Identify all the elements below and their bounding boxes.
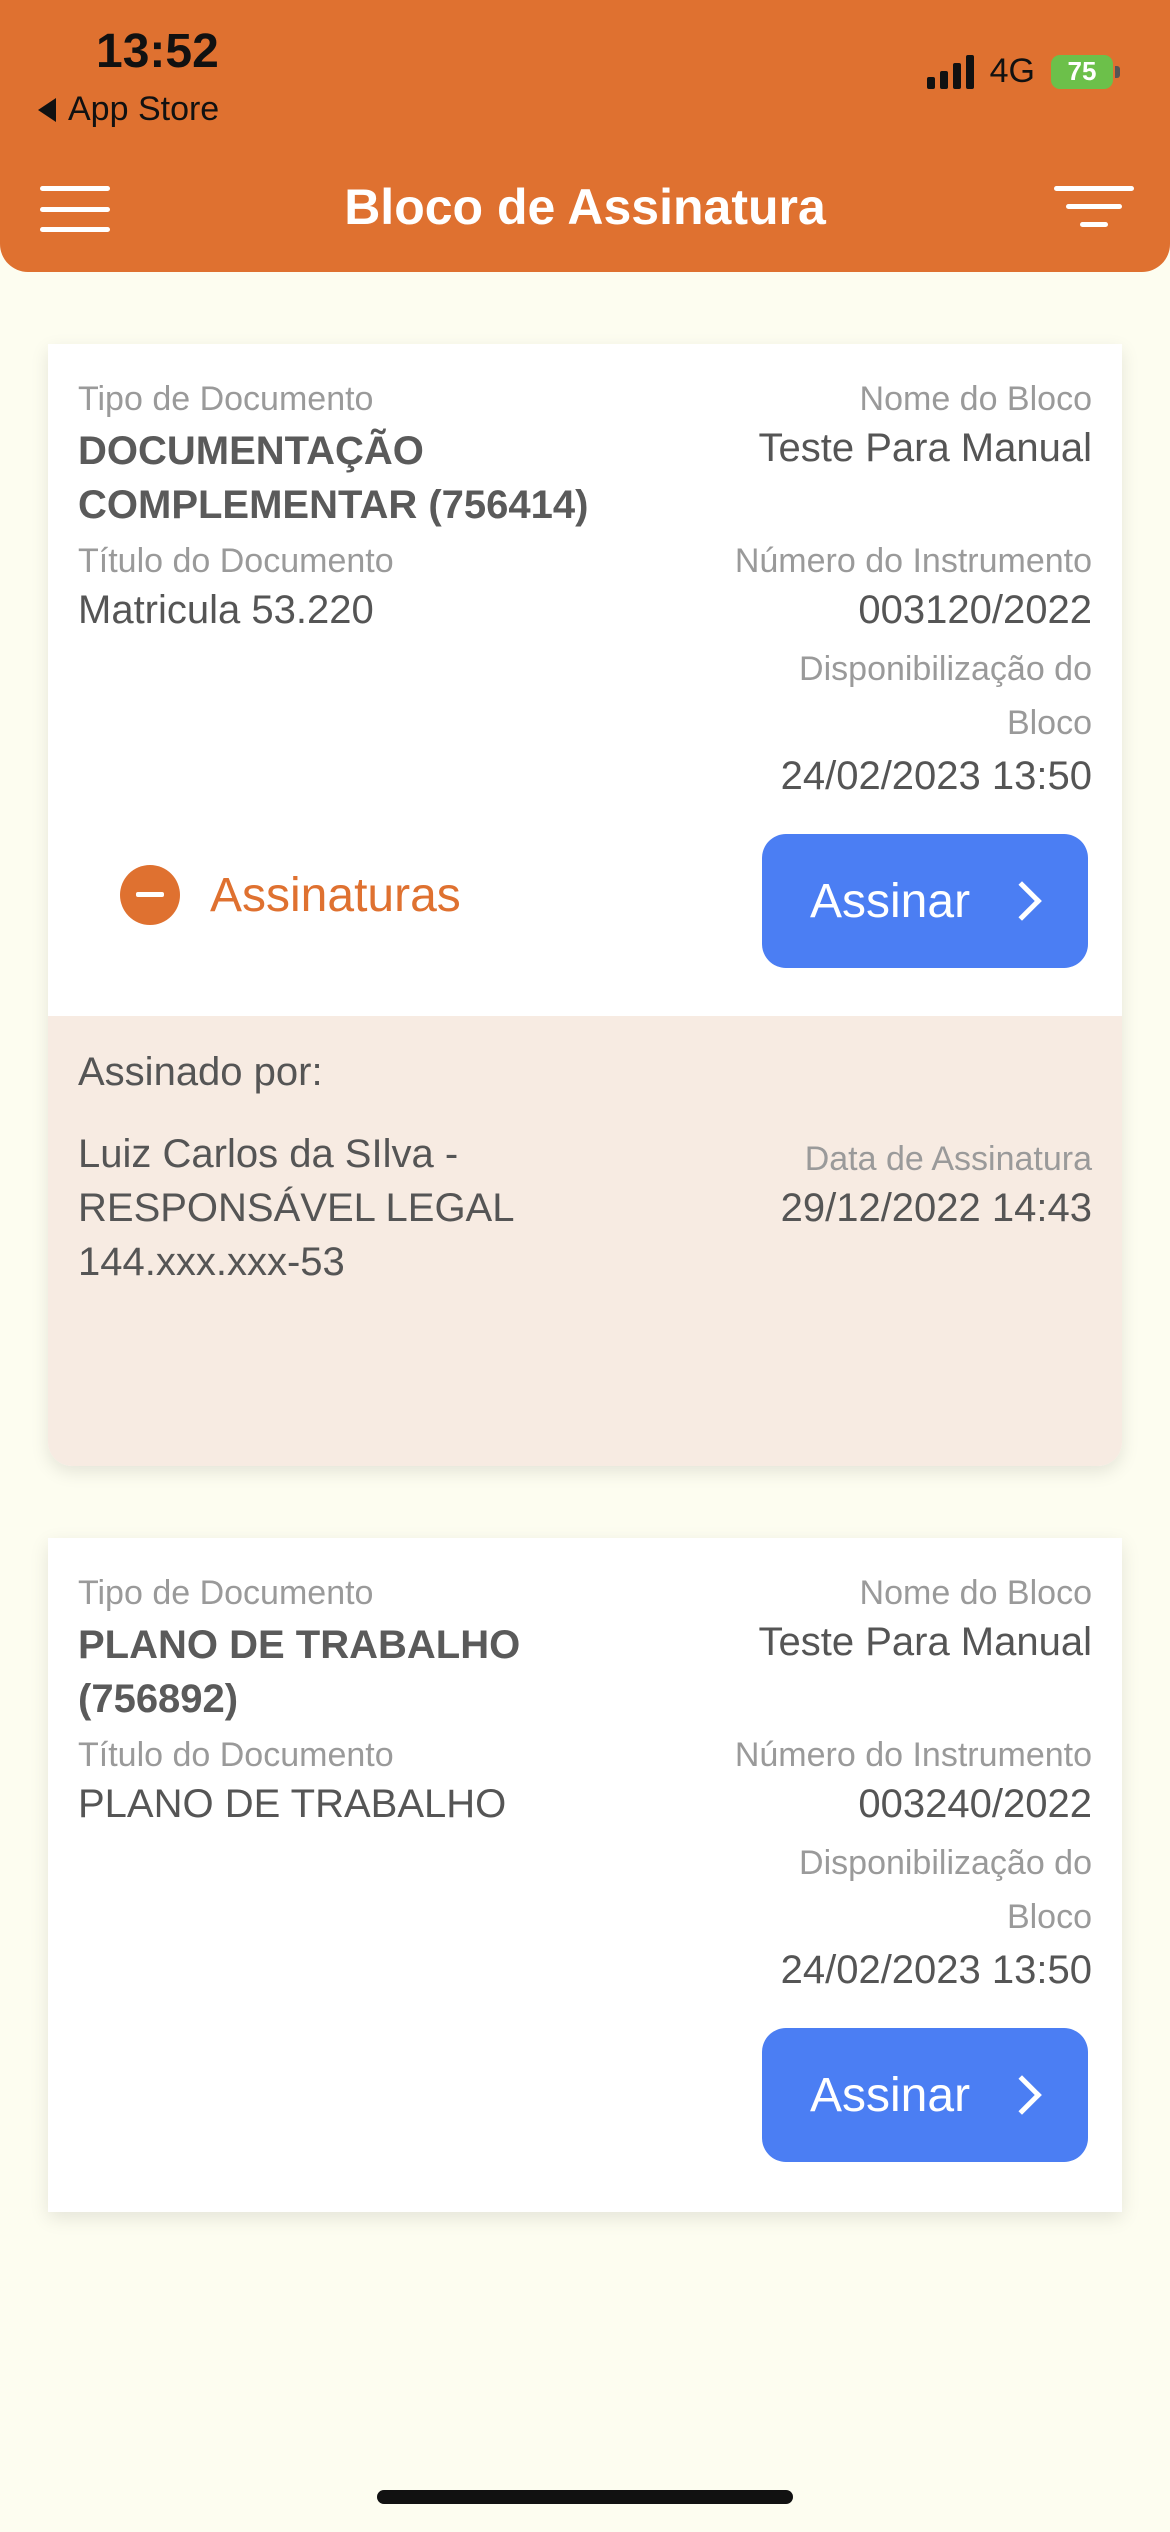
disponibilizacao-label-2: Bloco xyxy=(1006,1898,1092,1936)
titulo-value: Matricula 53.220 xyxy=(78,588,374,632)
disponibilizacao-label: Disponibilização do xyxy=(799,1844,1092,1882)
assinaturas-label: Assinaturas xyxy=(210,868,461,922)
tipo-value: PLANO DE TRABALHO (756892) xyxy=(78,1623,521,1721)
numero-value: 003240/2022 xyxy=(858,1782,1092,1826)
chevron-right-icon xyxy=(1002,881,1042,921)
nome-label: Nome do Bloco xyxy=(859,1574,1092,1612)
collapse-minus-icon xyxy=(120,865,180,925)
numero-value: 003120/2022 xyxy=(858,588,1092,632)
nome-value: Teste Para Manual xyxy=(758,1620,1092,1664)
assinar-button[interactable]: Assinar xyxy=(762,834,1088,968)
network-type: 4G xyxy=(989,52,1035,90)
home-indicator[interactable] xyxy=(377,2490,793,2504)
document-card: Tipo de Documento DOCUMENTAÇÃO COMPLEMEN… xyxy=(48,344,1122,1466)
back-triangle-icon xyxy=(38,97,56,122)
back-label: App Store xyxy=(68,90,220,128)
titulo-value: PLANO DE TRABALHO xyxy=(78,1782,507,1826)
signed-heading: Assinado por: xyxy=(78,1050,323,1094)
nome-label: Nome do Bloco xyxy=(859,380,1092,418)
assinar-button[interactable]: Assinar xyxy=(762,2028,1088,2162)
titulo-label: Título do Documento xyxy=(78,542,394,580)
nome-value: Teste Para Manual xyxy=(758,426,1092,470)
battery-icon: 75 xyxy=(1051,54,1120,89)
tipo-label: Tipo de Documento xyxy=(78,1574,374,1612)
page-title: Bloco de Assinatura xyxy=(344,179,826,235)
disponibilizacao-label: Disponibilização do xyxy=(799,650,1092,688)
data-assinatura-label: Data de Assinatura xyxy=(804,1140,1092,1178)
signer-line-1: Luiz Carlos da SIlva - xyxy=(78,1132,459,1176)
assinar-label: Assinar xyxy=(810,874,971,928)
signal-icon xyxy=(926,54,974,89)
status-time: 13:52 xyxy=(96,25,219,78)
assinar-label: Assinar xyxy=(810,2068,971,2122)
assinaturas-toggle[interactable]: Assinaturas xyxy=(120,865,461,925)
signed-panel: Assinado por: Luiz Carlos da SIlva - RES… xyxy=(48,1016,1122,1466)
signer-line-3: 144.xxx.xxx-53 xyxy=(78,1240,345,1284)
data-assinatura-value: 29/12/2022 14:43 xyxy=(780,1186,1092,1230)
filter-icon[interactable] xyxy=(1054,182,1134,232)
tipo-label: Tipo de Documento xyxy=(78,380,374,418)
back-to-app-store[interactable]: App Store xyxy=(38,90,219,129)
numero-label: Número do Instrumento xyxy=(734,1736,1092,1774)
signer-line-2: RESPONSÁVEL LEGAL xyxy=(78,1186,515,1230)
disponibilizacao-label-2: Bloco xyxy=(1006,704,1092,742)
battery-level: 75 xyxy=(1067,56,1097,86)
disponibilizacao-value: 24/02/2023 13:50 xyxy=(780,1948,1092,1992)
document-card: Tipo de Documento PLANO DE TRABALHO (756… xyxy=(48,1538,1122,2212)
app-header: 13:52 App Store 4G 75 Bloco de Assinatur… xyxy=(0,0,1170,272)
disponibilizacao-value: 24/02/2023 13:50 xyxy=(780,754,1092,798)
numero-label: Número do Instrumento xyxy=(734,542,1092,580)
status-indicators: 4G 75 xyxy=(926,52,1120,91)
chevron-right-icon xyxy=(1002,2075,1042,2115)
tipo-value: DOCUMENTAÇÃO COMPLEMENTAR (756414) xyxy=(78,429,589,527)
titulo-label: Título do Documento xyxy=(78,1736,394,1774)
